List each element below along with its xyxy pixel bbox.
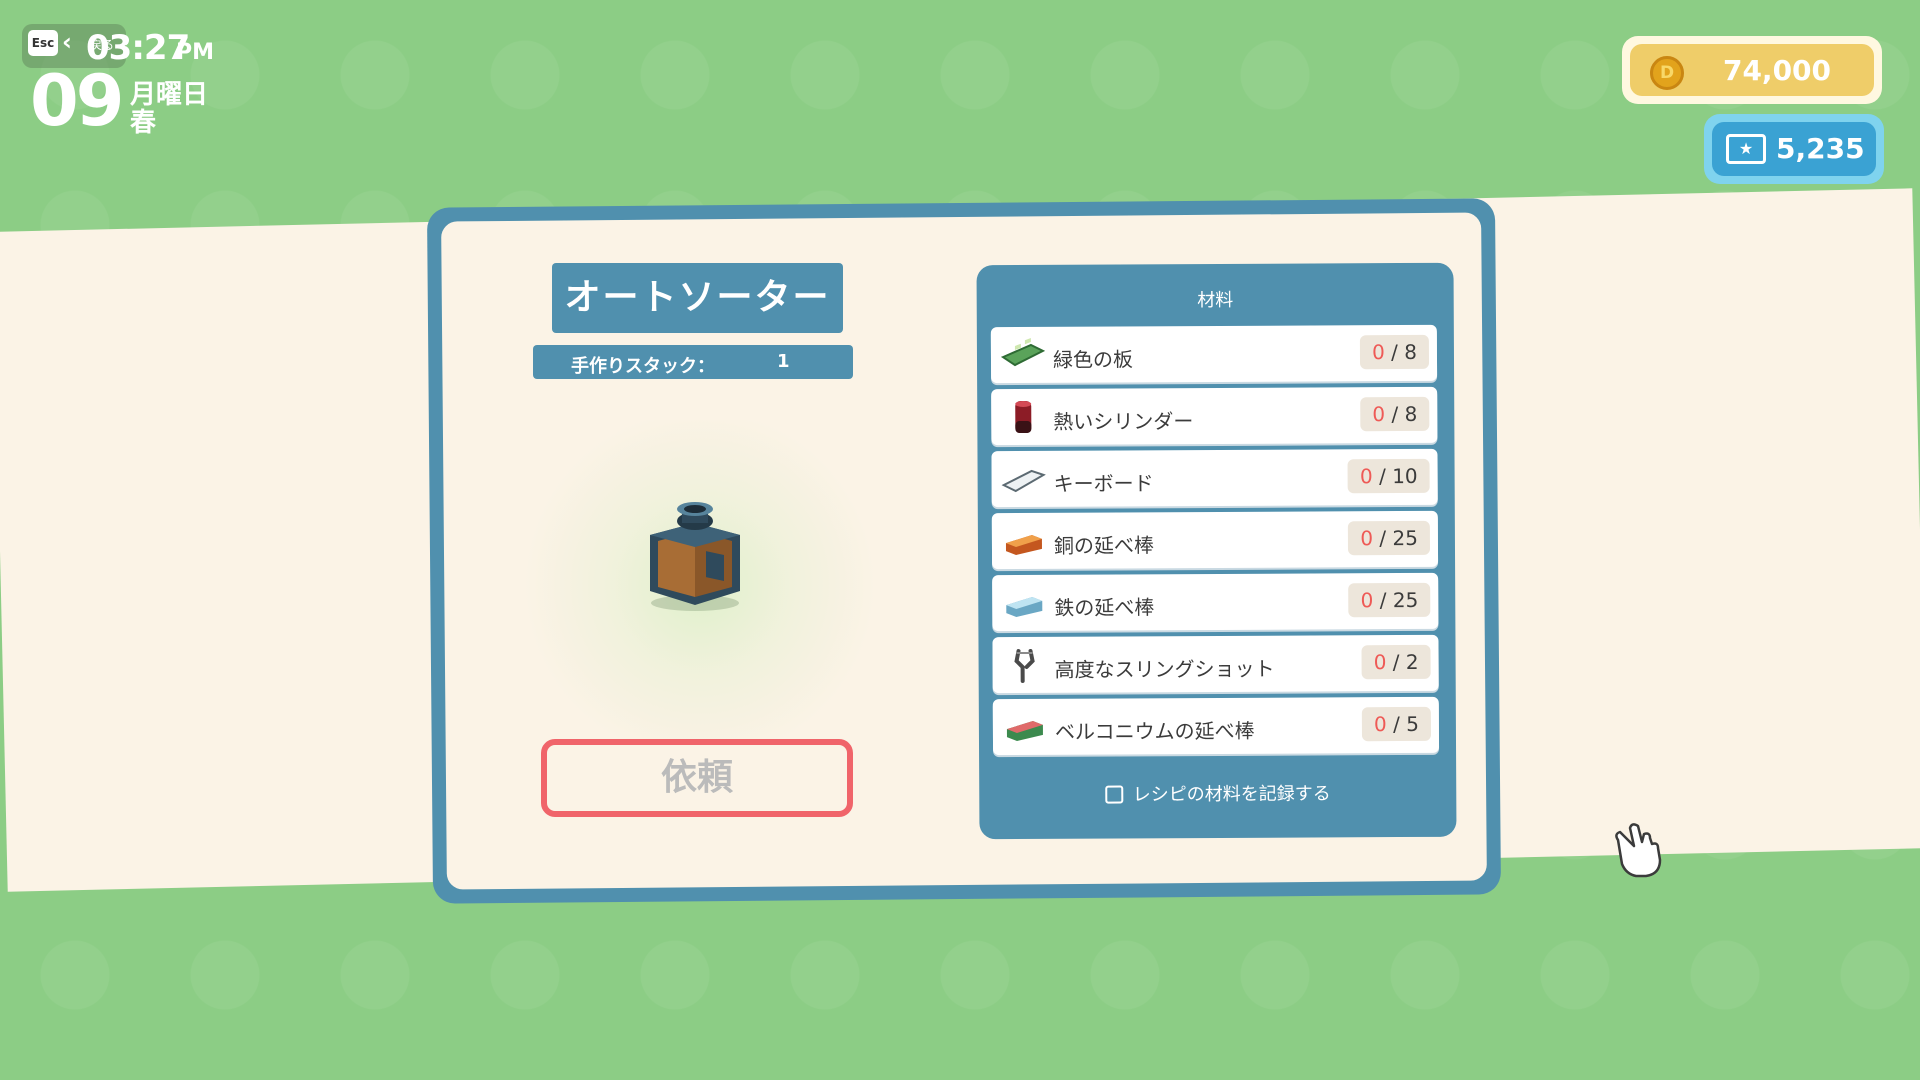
record-label: レシピの材料を記録する [1132,783,1331,806]
material-count: 0 / 2 [1361,644,1431,680]
coin-icon: D [1650,56,1684,90]
material-row[interactable]: 熱いシリンダー 0 / 8 [991,386,1438,446]
record-checkbox[interactable] [1104,785,1123,804]
copper-bar-icon [1005,534,1042,556]
materials-header: 材料 [1197,289,1234,312]
material-name: 鉄の延べ棒 [1054,595,1155,620]
material-row[interactable]: 銅の延べ棒 0 / 25 [991,510,1439,570]
coin-balance: D 74,000 [1622,36,1882,104]
ticket-icon: ★ [1726,134,1766,164]
materials-panel: 材料 緑色の板 0 / 8 熱いシリンダー 0 / 8 キーボード 0 / 10… [976,262,1457,840]
material-row[interactable]: ベルコニウムの延べ棒 0 / 5 [992,696,1440,756]
craft-stack-label: 手作りスタック： [571,356,715,377]
material-count: 0 / 10 [1347,458,1430,494]
bellconium-bar-icon [1006,720,1043,742]
material-name: キーボード [1053,471,1154,496]
request-button[interactable]: 依頼 [541,739,853,817]
material-row[interactable]: 緑色の板 0 / 8 [990,324,1438,384]
ticket-value: 5,235 [1776,132,1865,165]
craft-stack-bar: 手作りスタック： 1 [533,345,853,379]
hot-cylinder-icon [1015,400,1032,434]
material-name: 熱いシリンダー [1053,409,1194,434]
calendar-day: 09 [30,60,124,142]
material-row[interactable]: キーボード 0 / 10 [991,448,1438,508]
material-row[interactable]: 鉄の延べ棒 0 / 25 [992,572,1439,632]
material-name: 高度なスリングショット [1054,656,1275,682]
iron-bar-icon [1006,596,1043,618]
coin-value: 74,000 [1722,54,1832,87]
material-count: 0 / 8 [1359,334,1430,370]
material-name: ベルコニウムの延べ棒 [1054,718,1255,744]
material-row[interactable]: 高度なスリングショット 0 / 2 [992,634,1439,694]
material-count: 0 / 8 [1360,396,1430,432]
ticket-balance: ★ 5,235 [1704,114,1884,184]
slingshot-icon [1014,648,1035,684]
material-name: 緑色の板 [1052,347,1134,372]
craft-stack-value: 1 [777,351,790,372]
record-recipe-toggle[interactable]: レシピの材料を記録する [979,779,1456,807]
calendar-season: 春 [130,108,157,138]
item-title: オートソーター [552,263,843,333]
back-arrow-icon: ‹ [62,28,72,56]
keyboard-icon [1001,469,1046,493]
esc-key-icon: Esc [28,30,58,56]
material-name: 銅の延べ棒 [1053,533,1155,558]
hand-cursor-icon [1615,823,1662,878]
clock-ampm: PM [176,40,215,65]
green-board-icon [1000,338,1046,367]
auto-sorter-icon [650,502,740,611]
material-count: 0 / 25 [1348,520,1431,556]
material-count: 0 / 25 [1348,582,1431,618]
material-count: 0 / 5 [1361,706,1431,742]
